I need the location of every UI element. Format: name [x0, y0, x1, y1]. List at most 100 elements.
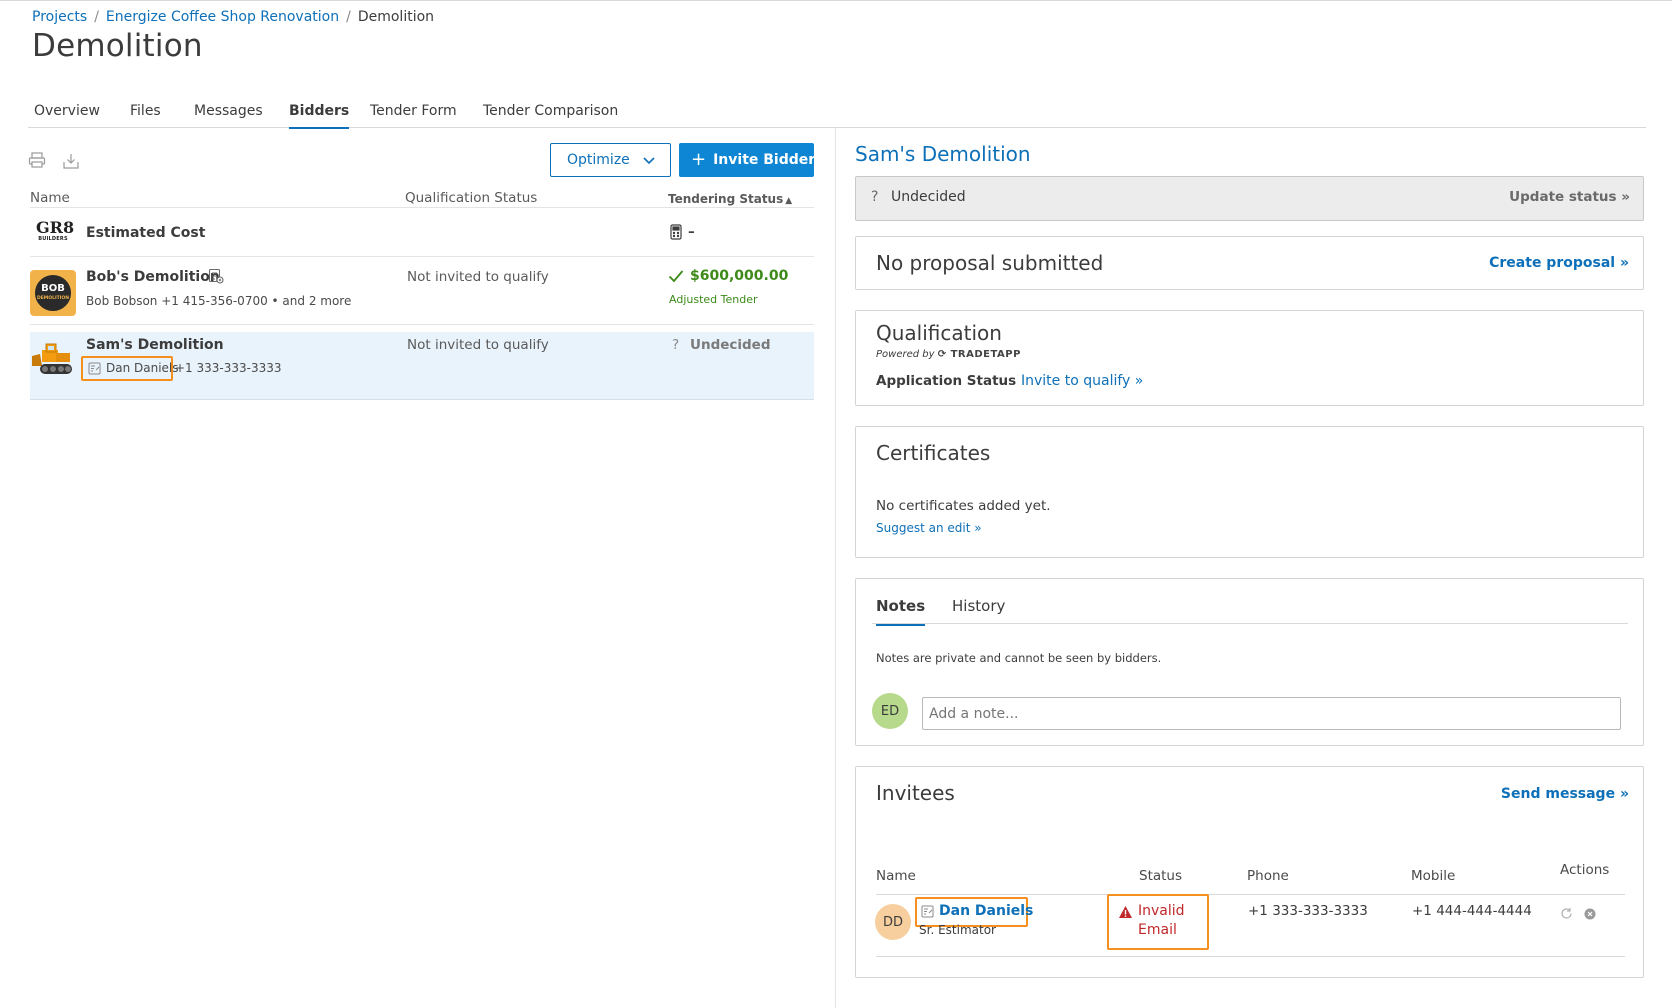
invitee-phone: +1 333-333-3333 — [1248, 903, 1368, 919]
certificates-title: Certificates — [876, 441, 991, 465]
chevron-down-icon — [642, 153, 656, 171]
tendering-status: Undecided — [690, 337, 771, 353]
bulldozer-icon — [30, 340, 76, 378]
bidder-contact: Bob Bobson +1 415-356-0700 • and 2 more — [86, 294, 352, 308]
contact-card-icon — [88, 362, 101, 379]
optimize-dropdown-button[interactable]: Optimize — [550, 143, 671, 177]
invitee-mobile: +1 444-444-4444 — [1412, 903, 1532, 919]
breadcrumb-projects[interactable]: Projects — [32, 9, 87, 25]
bid-status: Undecided — [891, 189, 966, 205]
tendering-note: Adjusted Tender — [669, 293, 758, 306]
column-header-name[interactable]: Name — [30, 190, 70, 206]
notes-info-text: Notes are private and cannot be seen by … — [876, 651, 1162, 665]
tab-messages[interactable]: Messages — [194, 103, 263, 127]
bidder-logo: BOB DEMOLITION — [30, 270, 76, 316]
tab-tender-comparison[interactable]: Tender Comparison — [483, 103, 618, 127]
tab-bidders[interactable]: Bidders — [289, 103, 350, 129]
column-header-qualification[interactable]: Qualification Status — [405, 190, 537, 206]
status-bar: ? Undecided Update status » — [855, 176, 1644, 221]
invitee-role: Sr. Estimator — [919, 923, 996, 937]
certificates-empty-text: No certificates added yet. — [876, 498, 1051, 514]
tab-files[interactable]: Files — [130, 103, 161, 127]
tab-bar: Overview Files Messages Bidders Tender F… — [28, 96, 1646, 129]
powered-by-label: Powered by ⟳ TRADETAPP — [876, 349, 1021, 360]
breadcrumb-separator: / — [346, 9, 351, 25]
panel-divider — [835, 128, 836, 1008]
column-header-tendering[interactable]: Tendering Status ▲ — [668, 192, 792, 206]
avatar: DD — [875, 904, 911, 940]
optimize-label: Optimize — [567, 152, 630, 168]
download-icon[interactable] — [62, 152, 80, 170]
tradetapp-brand: TRADETAPP — [950, 349, 1021, 360]
breadcrumb: Projects / Energize Coffee Shop Renovation… — [32, 9, 434, 25]
sort-ascending-icon: ▲ — [785, 196, 793, 206]
table-header-divider — [30, 207, 814, 208]
notes-tabs-divider — [872, 623, 1628, 624]
top-border — [0, 0, 1672, 1]
add-note-input[interactable] — [922, 697, 1621, 730]
invite-to-qualify-link[interactable]: Invite to qualify » — [1021, 373, 1143, 389]
tab-overview[interactable]: Overview — [34, 103, 100, 127]
invitee-status-line2: Email — [1138, 922, 1177, 938]
invitees-header-actions: Actions — [1560, 862, 1610, 878]
send-message-link[interactable]: Send message » — [1501, 786, 1629, 802]
contact-card-icon — [921, 905, 934, 922]
logo-subtext: DEMOLITION — [37, 296, 69, 301]
suggest-edit-link[interactable]: Suggest an edit » — [876, 521, 982, 535]
tab-tender-form[interactable]: Tender Form — [370, 103, 457, 127]
calculator-icon — [670, 224, 682, 244]
invitees-header-mobile: Mobile — [1411, 868, 1456, 884]
bidder-name[interactable]: Estimated Cost — [86, 225, 205, 241]
proposal-title: No proposal submitted — [876, 251, 1104, 275]
avatar-initials: DD — [882, 914, 904, 930]
invitees-title: Invitees — [876, 781, 955, 805]
plus-icon: + — [691, 149, 707, 170]
bidder-name[interactable]: Sam's Demolition — [86, 337, 224, 353]
invitees-header-phone: Phone — [1247, 868, 1289, 884]
update-status-link[interactable]: Update status » — [1509, 189, 1630, 205]
logo-text: GR8 — [36, 218, 75, 237]
logo-subtext: BUILDERS — [38, 236, 68, 242]
tendering-status: – — [688, 224, 695, 240]
resend-icon[interactable] — [1560, 907, 1573, 924]
invitees-header-divider — [876, 894, 1625, 895]
tendering-amount: $600,000.00 — [690, 268, 789, 284]
row-divider — [30, 324, 814, 325]
bidder-detail-title: Sam's Demolition — [855, 142, 1031, 166]
checkmark-icon — [668, 269, 684, 287]
bidder-name[interactable]: Bob's Demolition — [86, 269, 220, 285]
bidder-contact-name[interactable]: Dan Daniels — [106, 361, 179, 375]
printer-icon[interactable] — [28, 151, 46, 169]
create-proposal-link[interactable]: Create proposal » — [1489, 255, 1629, 271]
breadcrumb-current: Demolition — [357, 9, 435, 25]
proposal-card: No proposal submitted Create proposal » — [855, 236, 1644, 290]
avatar-initials: ED — [880, 703, 900, 719]
invite-bidders-button[interactable]: + Invite Bidders — [679, 143, 824, 177]
qualification-title: Qualification — [876, 321, 1002, 345]
bidder-contact-phone: +1 333-333-3333 — [175, 361, 282, 375]
tab-notes[interactable]: Notes — [876, 597, 926, 626]
avatar: ED — [872, 693, 908, 729]
application-status-label: Application Status — [876, 373, 1017, 389]
row-divider — [30, 399, 814, 400]
invitees-row-divider — [876, 956, 1625, 957]
gr8-logo: GR8 BUILDERS — [36, 220, 74, 246]
question-icon: ? — [871, 189, 879, 205]
column-header-tendering-label: Tendering Status — [668, 192, 784, 206]
remove-icon[interactable] — [1584, 908, 1596, 924]
page-title: Demolition — [32, 28, 203, 64]
qualification-status: Not invited to qualify — [407, 337, 549, 353]
warning-icon — [1118, 905, 1133, 923]
notes-icon[interactable] — [208, 268, 224, 288]
certificates-card: Certificates No certificates added yet. … — [855, 426, 1644, 558]
invitee-name-link[interactable]: Dan Daniels — [939, 903, 1033, 919]
question-icon: ? — [672, 337, 680, 353]
powered-by-text: Powered by — [876, 349, 935, 360]
tab-history[interactable]: History — [952, 597, 1005, 615]
invite-bidders-label: Invite Bidders — [713, 152, 824, 168]
breadcrumb-separator: / — [94, 9, 99, 25]
row-divider — [30, 256, 814, 257]
breadcrumb-project[interactable]: Energize Coffee Shop Renovation — [106, 9, 339, 25]
logo-text: BOB — [41, 283, 65, 294]
invitees-header-name: Name — [876, 868, 916, 884]
